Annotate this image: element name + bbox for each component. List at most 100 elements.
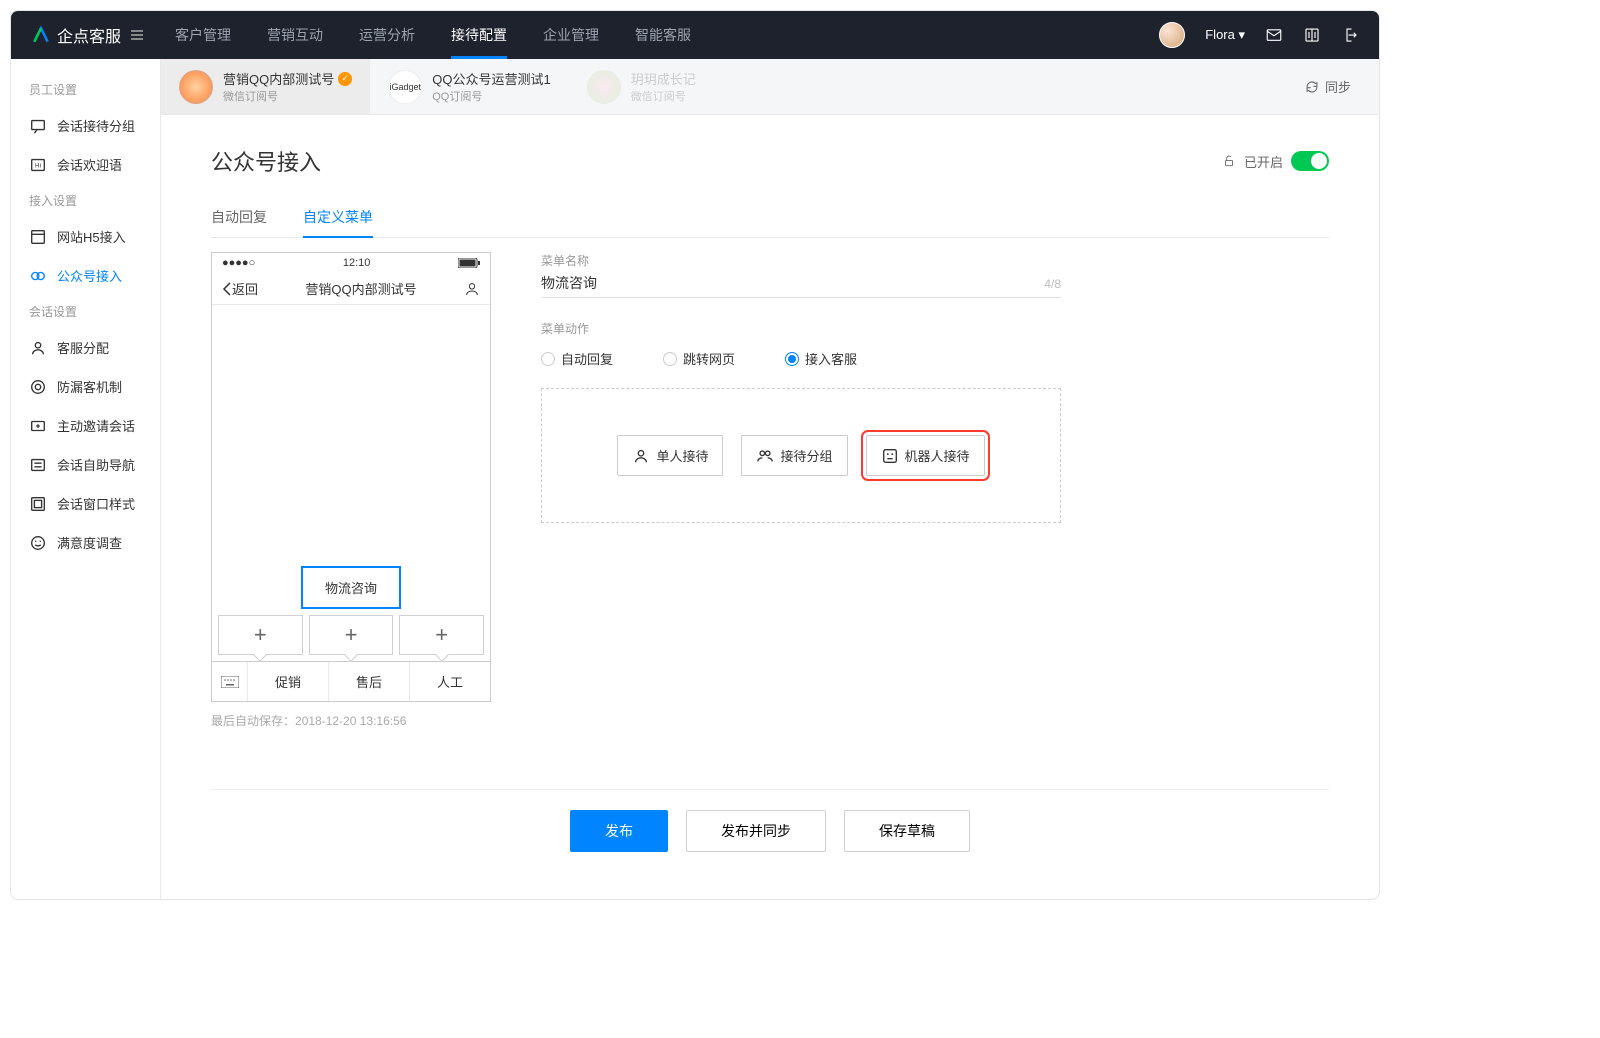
sub-tab[interactable]: 自动回复 [211,207,267,237]
account-tab[interactable]: iGadgetQQ公众号运营测试1QQ订阅号 [370,59,568,114]
user-name[interactable]: Flora ▾ [1205,27,1245,43]
sidebar-item-icon [29,495,47,513]
sidebar-item[interactable]: 会话自助导航 [11,445,160,484]
sub-tab[interactable]: 自定义菜单 [303,207,373,237]
phone-time: 12:10 [343,257,371,269]
phone-header-title: 营销QQ内部测试号 [305,279,416,298]
sidebar-item-label: 公众号接入 [57,266,122,285]
option-label: 单人接待 [656,446,708,465]
battery-icon [458,258,480,268]
sidebar-item[interactable]: 客服分配 [11,328,160,367]
publish-sync-button[interactable]: 发布并同步 [686,810,826,852]
publish-button[interactable]: 发布 [570,810,668,852]
mail-icon[interactable] [1265,26,1283,44]
phone-menu-item[interactable]: 人工 [410,662,490,701]
nav-item[interactable]: 智能客服 [635,11,691,59]
account-avatar [179,70,213,104]
account-avatar: iGadget [388,70,422,104]
book-icon[interactable] [1303,26,1321,44]
nav-item[interactable]: 营销互动 [267,11,323,59]
sidebar-item-label: 会话窗口样式 [57,494,135,513]
sidebar-item[interactable]: 网站H5接入 [11,217,160,256]
sidebar-item[interactable]: 主动邀请会话 [11,406,160,445]
signal-icon: ●●●●○ [222,257,255,269]
nav-item[interactable]: 企业管理 [543,11,599,59]
sub-tabs: 自动回复 自定义菜单 [211,207,1329,238]
add-submenu-button[interactable]: + [399,615,484,655]
sidebar-item-icon [29,228,47,246]
menu-name-label: 菜单名称 [541,252,1061,269]
nav-item[interactable]: 接待配置 [451,11,507,59]
sidebar-item-label: 主动邀请会话 [57,416,135,435]
option-icon [756,447,774,465]
sidebar-item[interactable]: Hi会话欢迎语 [11,145,160,184]
sidebar-item-icon [29,417,47,435]
phone-menu-item[interactable]: 售后 [329,662,410,701]
enable-toggle[interactable] [1291,151,1329,171]
chevron-left-icon [222,282,232,296]
radio-label: 自动回复 [561,349,613,368]
sidebar-item-label: 满意度调查 [57,533,122,552]
radio-dot-icon [785,352,799,366]
sync-button[interactable]: 同步 [1277,59,1379,114]
action-radio[interactable]: 跳转网页 [663,349,735,368]
top-nav: 企点客服 客户管理营销互动运营分析接待配置企业管理智能客服 Flora ▾ [11,11,1379,59]
keyboard-icon[interactable] [212,662,248,701]
logo-icon [31,25,51,45]
option-icon [881,447,899,465]
sidebar-item-label: 会话接待分组 [57,116,135,135]
sidebar-item-icon [29,534,47,552]
sidebar-item[interactable]: 公众号接入 [11,256,160,295]
menu-name-input[interactable] [541,275,1044,291]
logout-icon[interactable] [1341,26,1359,44]
account-title: 玥玥成长记 [631,69,696,88]
sidebar-item-label: 防漏客机制 [57,377,122,396]
add-submenu-button[interactable]: + [309,615,394,655]
sidebar-section-title: 会话设置 [11,295,160,328]
sidebar-item[interactable]: 满意度调查 [11,523,160,562]
person-icon[interactable] [464,281,480,297]
radio-dot-icon [541,352,555,366]
account-tab[interactable]: 营销QQ内部测试号 ✓微信订阅号 [161,59,370,114]
account-subtitle: QQ订阅号 [432,88,550,104]
action-radio[interactable]: 自动回复 [541,349,613,368]
account-subtitle: 微信订阅号 [223,88,352,104]
product-name: 企点客服 [57,23,121,47]
account-tab[interactable]: 玥玥成长记微信订阅号 [569,59,749,114]
radio-label: 跳转网页 [683,349,735,368]
phone-menu-item[interactable]: 促销 [248,662,329,701]
sidebar-item[interactable]: 会话接待分组 [11,106,160,145]
add-submenu-button[interactable]: + [218,615,303,655]
submenu-item[interactable]: 物流咨询 [301,566,401,609]
phone-back-button[interactable]: 返回 [222,279,258,298]
enabled-label: 已开启 [1244,152,1283,171]
phone-preview: ●●●●○ 12:10 返回 营销QQ内部测试号 [211,252,491,702]
sidebar: 员工设置会话接待分组Hi会话欢迎语接入设置网站H5接入公众号接入会话设置客服分配… [11,59,161,899]
reception-option-button[interactable]: 机器人接待 [866,435,985,476]
sidebar-item-label: 会话自助导航 [57,455,135,474]
reception-option-button[interactable]: 单人接待 [617,435,723,476]
nav-items: 客户管理营销互动运营分析接待配置企业管理智能客服 [175,11,691,59]
nav-item[interactable]: 客户管理 [175,11,231,59]
save-draft-button[interactable]: 保存草稿 [844,810,970,852]
action-radio[interactable]: 接入客服 [785,349,857,368]
refresh-icon [1305,80,1319,94]
sidebar-item-label: 网站H5接入 [57,227,126,246]
sidebar-item[interactable]: 防漏客机制 [11,367,160,406]
sidebar-item[interactable]: 会话窗口样式 [11,484,160,523]
lock-open-icon [1222,154,1236,168]
sidebar-item-icon [29,339,47,357]
product-logo: 企点客服 [31,23,121,47]
sidebar-item-icon [29,267,47,285]
radio-label: 接入客服 [805,349,857,368]
sidebar-item-icon [29,117,47,135]
sidebar-item-label: 客服分配 [57,338,109,357]
sidebar-item-label: 会话欢迎语 [57,155,122,174]
nav-item[interactable]: 运营分析 [359,11,415,59]
reception-options: 单人接待 接待分组 机器人接待 [541,388,1061,523]
option-label: 机器人接待 [905,446,970,465]
hamburger-icon[interactable] [129,27,145,43]
avatar[interactable] [1159,22,1185,48]
reception-option-button[interactable]: 接待分组 [741,435,847,476]
account-avatar [587,70,621,104]
